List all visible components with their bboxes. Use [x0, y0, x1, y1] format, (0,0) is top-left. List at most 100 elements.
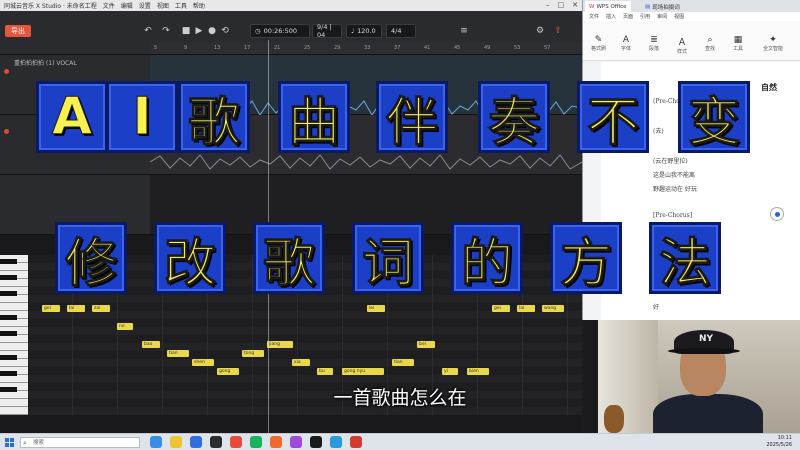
music-icon[interactable]: [350, 436, 362, 448]
lyric-note[interactable]: gei: [492, 305, 510, 312]
loop-icon[interactable]: ⟲: [219, 25, 231, 37]
doc-line: 好: [653, 304, 660, 311]
lyric-note[interactable]: gei: [42, 305, 60, 312]
timeline-ruler[interactable]: 5 9 13 17 21 25 29 33 37 41 45 49 53 57: [150, 42, 582, 54]
maximize-icon[interactable]: □: [558, 1, 565, 9]
sparkle-icon: ✦: [769, 35, 777, 45]
undo-icon[interactable]: ↶: [142, 25, 154, 37]
daw-menu-file[interactable]: 文件: [103, 1, 115, 10]
lyric-note[interactable]: bei: [417, 341, 435, 348]
lyric-note[interactable]: jiang: [267, 341, 293, 348]
wechat-icon[interactable]: [250, 436, 262, 448]
lyric-note[interactable]: zai: [92, 305, 110, 312]
daw-window-title: 同城云音乐 X Studio · 未命名工程: [4, 3, 97, 10]
black-key: [0, 259, 17, 264]
lyric-note[interactable]: xia: [292, 359, 310, 366]
smart-doc-button[interactable]: ✦ 全文智能: [763, 35, 783, 52]
media-icon[interactable]: [290, 436, 302, 448]
play-icon[interactable]: ▶: [193, 25, 205, 37]
lyric-note[interactable]: yi: [442, 368, 458, 375]
title-char: 歌: [178, 81, 250, 153]
record-arm-icon[interactable]: [4, 69, 9, 74]
wps-menu-page[interactable]: 页面: [623, 13, 633, 20]
edge-icon[interactable]: [150, 436, 162, 448]
wps-menu-insert[interactable]: 插入: [606, 13, 616, 20]
wps-menu-view[interactable]: 视图: [674, 13, 684, 20]
title-char: 曲: [278, 81, 350, 153]
doc-line: 野趣运动在 好玩: [653, 186, 697, 193]
lyric-note[interactable]: bien: [467, 368, 489, 375]
lyric-note[interactable]: tong: [242, 350, 264, 357]
browser-icon[interactable]: [330, 436, 342, 448]
tab-wps-office[interactable]: W WPS Office: [585, 1, 631, 12]
clock-icon: ◷: [255, 27, 261, 35]
tools-button[interactable]: ▦ 工具: [733, 35, 743, 52]
doc-line: 这是山我不能离: [653, 172, 696, 179]
black-key: [0, 355, 17, 360]
system-clock[interactable]: 10:11 2025/5/26: [766, 435, 792, 449]
tab-document[interactable]: ▤ 现场拍摄词: [641, 1, 684, 12]
wps-menu-file[interactable]: 文件: [589, 13, 599, 20]
store-icon[interactable]: [190, 436, 202, 448]
paragraph-button[interactable]: ≣ 段落: [649, 35, 659, 52]
title-char: 法: [649, 222, 721, 294]
lyric-note[interactable]: shen: [192, 359, 214, 366]
daw-menu-view[interactable]: 视图: [157, 1, 169, 10]
record-icon[interactable]: ●: [206, 25, 218, 37]
lyric-note[interactable]: gong nyu: [342, 368, 384, 375]
daw-menu-help[interactable]: 帮助: [193, 1, 205, 10]
tiktok-icon[interactable]: [310, 436, 322, 448]
lyric-note[interactable]: ne: [117, 323, 133, 330]
find-button[interactable]: ⌕ 查找: [705, 35, 715, 52]
brush-icon: ✎: [594, 35, 603, 45]
studio-icon[interactable]: [270, 436, 282, 448]
time-display[interactable]: ◷ 00:26:500: [250, 24, 310, 38]
title-char: 伴: [376, 81, 448, 153]
mixer-icon[interactable]: ≡: [458, 25, 470, 37]
style-button[interactable]: Ａ 样式: [677, 35, 687, 55]
font-icon: A: [622, 35, 630, 45]
wps-menu-review[interactable]: 审阅: [657, 13, 667, 20]
format-painter-button[interactable]: ✎ 格式刷: [591, 35, 606, 52]
redo-icon[interactable]: ↷: [160, 25, 172, 37]
lyric-note[interactable]: lei: [367, 305, 385, 312]
webcam-overlay: NY: [598, 320, 800, 433]
bar-display[interactable]: 9/4 | 04: [312, 23, 342, 39]
wps-icon[interactable]: [230, 436, 242, 448]
lyric-note[interactable]: bu: [317, 368, 333, 375]
lyric-note[interactable]: lai: [517, 305, 535, 312]
share-icon[interactable]: ⇪: [552, 25, 564, 37]
toolbox-icon: ▦: [733, 35, 743, 45]
wps-menu-reference[interactable]: 引用: [640, 13, 650, 20]
record-arm-icon[interactable]: [4, 129, 9, 134]
lyric-note[interactable]: bao: [142, 341, 160, 348]
daw-window: 同城云音乐 X Studio · 未命名工程 文件 编辑 设置 视图 工具 帮助…: [0, 0, 582, 433]
lyric-note[interactable]: lai: [67, 305, 85, 312]
lyric-note[interactable]: tian: [392, 359, 414, 366]
daw-menu-edit[interactable]: 编辑: [121, 1, 133, 10]
tempo-display[interactable]: ♩ 120.0: [346, 24, 382, 38]
video-subtitle: 一首歌曲怎么在: [333, 387, 467, 409]
daw-menu-tools[interactable]: 工具: [175, 1, 187, 10]
minimize-icon[interactable]: –: [546, 1, 550, 9]
floating-assistant-button[interactable]: [770, 207, 784, 221]
windows-start-icon[interactable]: [5, 438, 14, 447]
wps-ribbon: ✎ 格式刷 A 字体 ≣ 段落 Ａ 样式 ⌕ 查找 ▦ 工具 ✦ 全文智能: [583, 21, 800, 61]
export-button[interactable]: 导出: [5, 25, 31, 37]
lyric-note[interactable]: gong: [217, 368, 239, 375]
lyric-note[interactable]: tian: [167, 350, 189, 357]
daw-menu-settings[interactable]: 设置: [139, 1, 151, 10]
font-button[interactable]: A 字体: [621, 35, 631, 52]
close-icon[interactable]: ✕: [572, 1, 578, 9]
lyric-note[interactable]: wang: [542, 305, 564, 312]
taskbar-search[interactable]: ⌕ 搜索: [20, 437, 140, 448]
metronome-icon: ♩: [351, 27, 355, 35]
black-key: [0, 275, 17, 280]
piano-keyboard[interactable]: [0, 255, 28, 415]
terminal-icon[interactable]: [210, 436, 222, 448]
stop-icon[interactable]: ■: [180, 25, 192, 37]
doc-line: (去): [653, 128, 664, 135]
settings-icon[interactable]: ⚙: [534, 25, 546, 37]
folder-icon[interactable]: [170, 436, 182, 448]
time-signature-display[interactable]: 4/4: [386, 24, 416, 38]
